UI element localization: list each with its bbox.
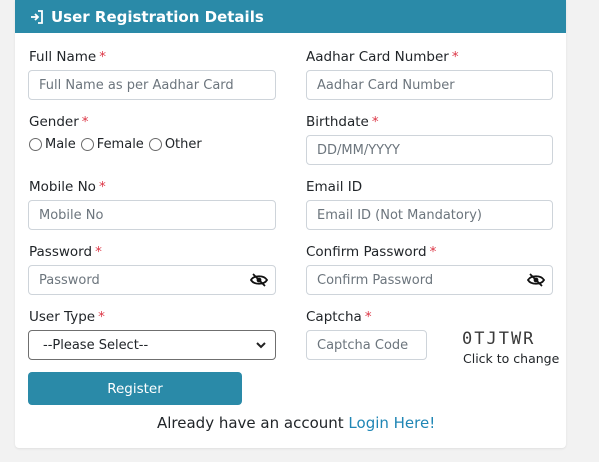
mobile-input[interactable] [28, 200, 276, 230]
password-label: Password * [29, 244, 102, 260]
user-type-selected-value: --Please Select-- [43, 337, 149, 353]
full-name-input[interactable] [28, 70, 276, 100]
birthdate-input[interactable] [306, 135, 553, 165]
password-input[interactable] [28, 265, 276, 295]
mobile-label: Mobile No * [29, 179, 106, 195]
gender-female-radio[interactable] [80, 138, 94, 151]
gender-male-radio[interactable] [29, 138, 42, 151]
email-input[interactable] [306, 200, 553, 230]
gender-male-label: Male [45, 137, 76, 152]
gender-other-radio[interactable] [148, 138, 162, 151]
gender-female-label: Female [96, 137, 144, 152]
user-type-select[interactable]: --Please Select-- [28, 330, 276, 360]
sign-in-icon [29, 9, 45, 25]
captcha-input[interactable] [306, 330, 427, 360]
confirm-password-input[interactable] [306, 265, 553, 295]
captcha-label: Captcha * [306, 309, 372, 325]
eye-slash-icon[interactable] [526, 272, 546, 288]
login-link[interactable]: Login Here! [348, 414, 435, 432]
card-header: User Registration Details [15, 0, 566, 33]
chevron-down-icon [255, 339, 267, 351]
gender-label: Gender * [29, 114, 89, 130]
user-type-label: User Type * [29, 309, 105, 325]
register-button[interactable]: Register [28, 372, 242, 405]
captcha-image: 0TJTWR [462, 329, 536, 349]
aadhar-label: Aadhar Card Number * [306, 49, 459, 65]
gender-radio-group: Male Female Other [29, 137, 207, 152]
captcha-refresh-link[interactable]: Click to change [463, 351, 559, 366]
birthdate-label: Birthdate * [306, 114, 379, 130]
gender-other-label: Other [164, 137, 202, 152]
eye-slash-icon[interactable] [249, 272, 269, 288]
aadhar-input[interactable] [306, 70, 553, 100]
login-prompt-text: Already have an account [157, 414, 349, 432]
full-name-label: Full Name * [29, 49, 106, 65]
page-title: User Registration Details [51, 7, 264, 26]
login-prompt: Already have an account Login Here! [157, 414, 435, 432]
email-label: Email ID [306, 179, 363, 195]
confirm-password-label: Confirm Password * [306, 244, 437, 260]
